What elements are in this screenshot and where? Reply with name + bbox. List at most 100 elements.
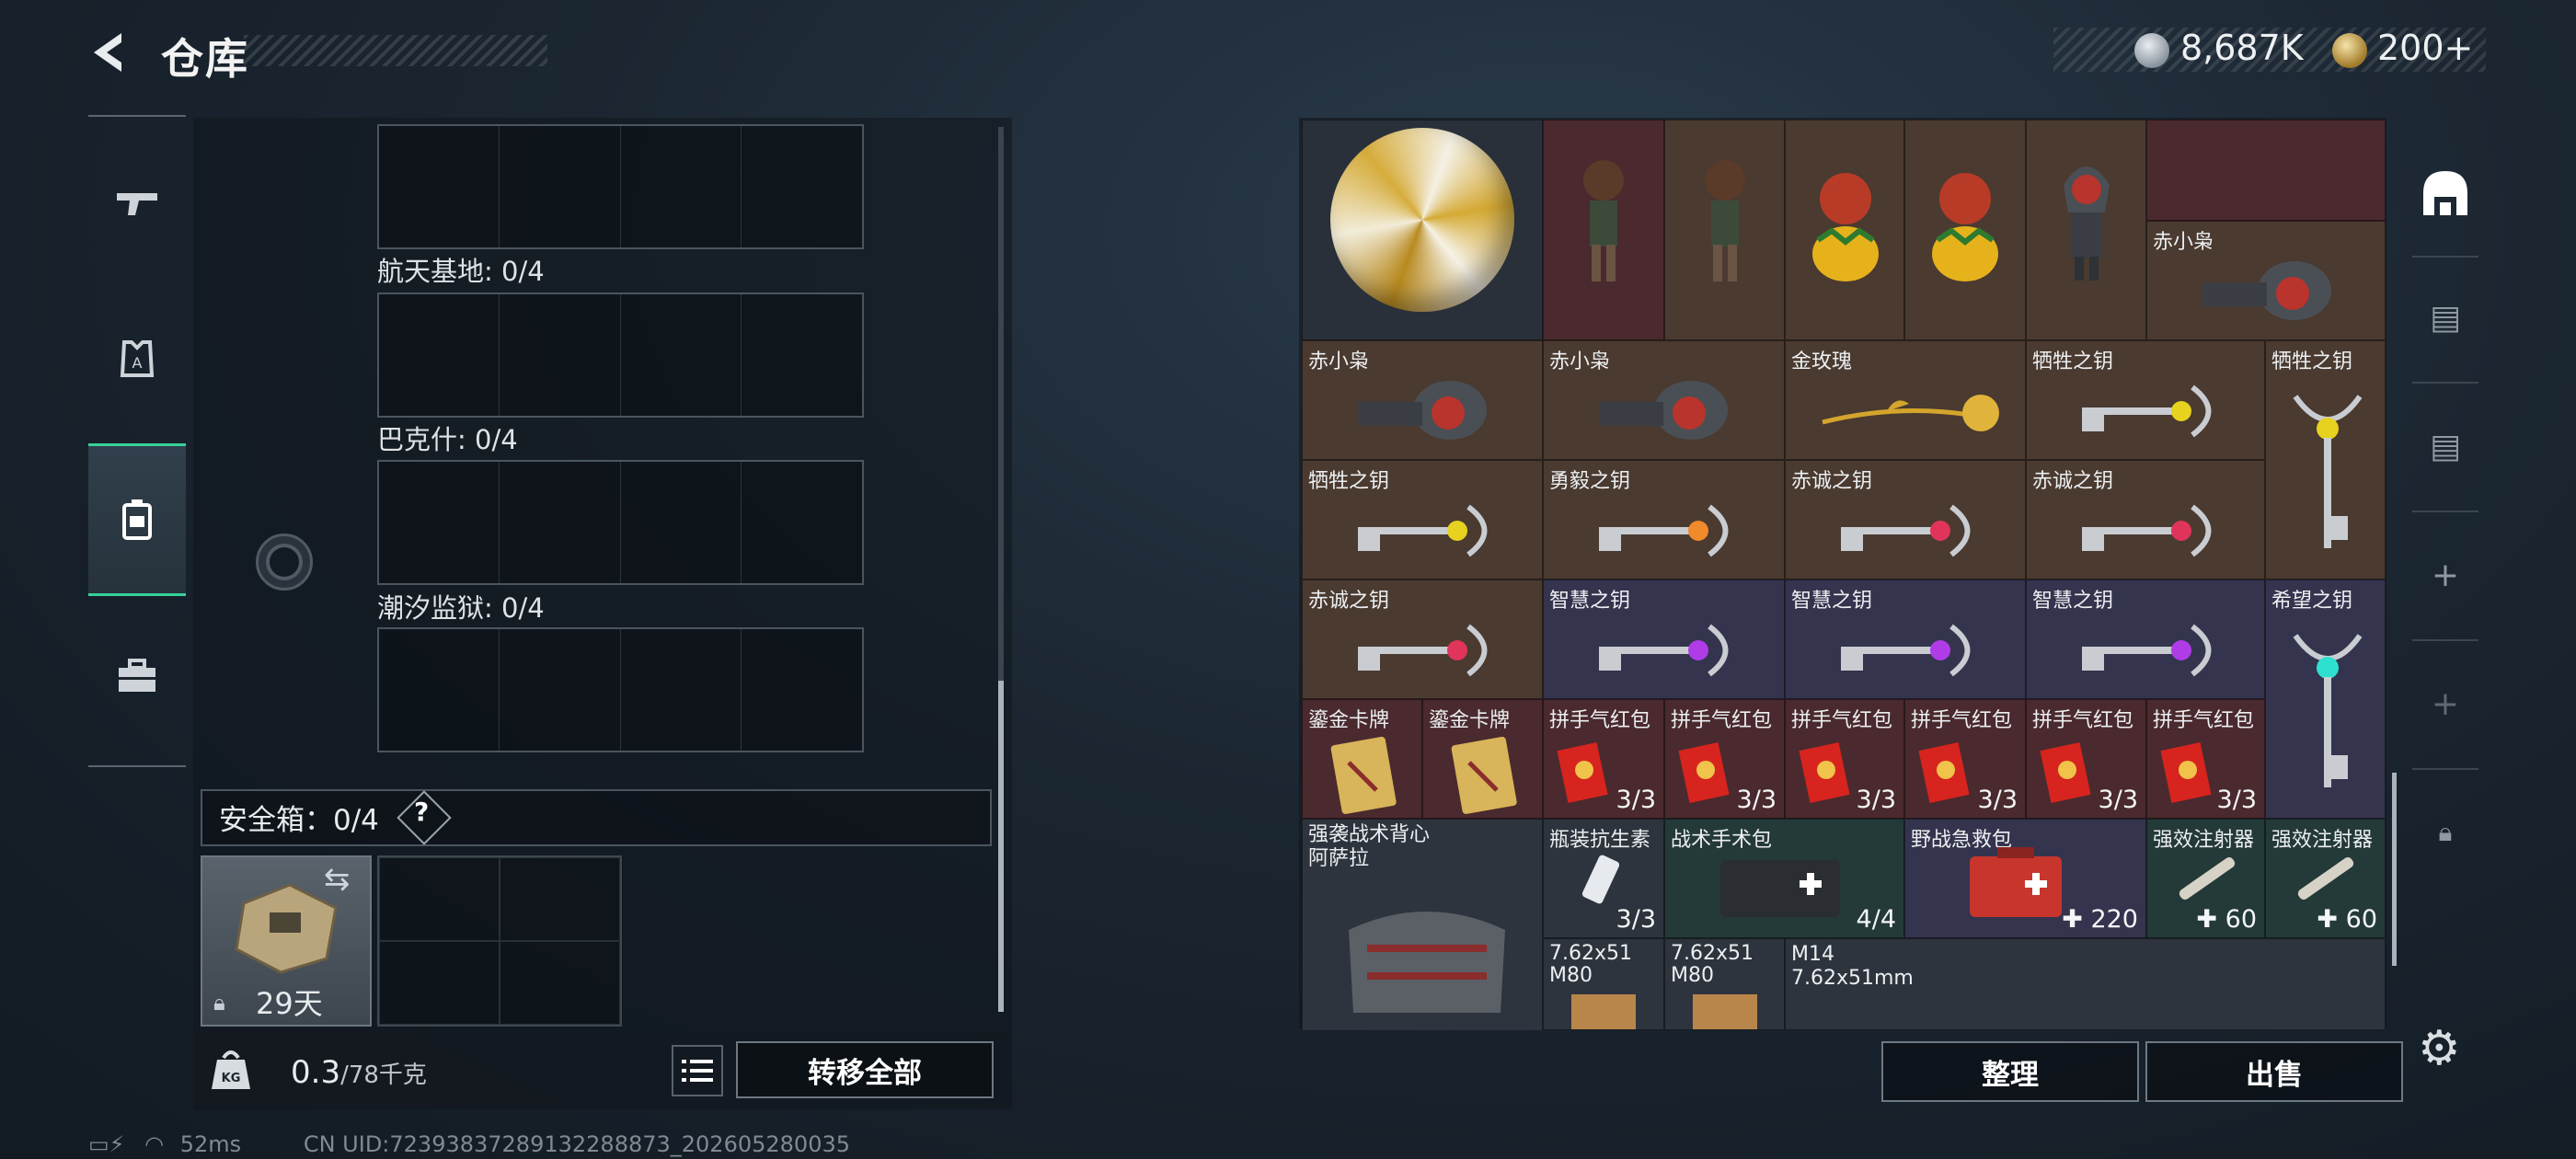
item-count: 3/3: [1977, 786, 2018, 814]
stash-item[interactable]: 拼手气红包 3/3: [1785, 699, 1904, 819]
transfer-all-button[interactable]: 转移全部: [736, 1041, 994, 1098]
key-red-icon: [2082, 504, 2212, 557]
gold-currency-value[interactable]: 200+: [2377, 28, 2473, 68]
safe-box-slots[interactable]: [377, 855, 622, 1027]
stash-tab-4[interactable]: ▤: [2412, 262, 2478, 373]
stash-item[interactable]: 野战急救包 ✚ 220: [1904, 819, 2146, 938]
figure-item[interactable]: [1664, 120, 1785, 340]
stash-scrollbar[interactable]: [2392, 773, 2397, 966]
stash-item[interactable]: 战术手术包 4/4: [1664, 819, 1904, 938]
figure-icon: [1583, 160, 1624, 281]
nav-backpack[interactable]: [88, 443, 186, 596]
stash-tab-main[interactable]: [2412, 138, 2478, 248]
egg-figure-item[interactable]: [1904, 120, 2026, 340]
stash-item[interactable]: 智慧之钥: [1543, 580, 1785, 699]
category-label: 航天基地: 0/4: [377, 256, 545, 287]
stash-tab-3[interactable]: ▤: [2412, 391, 2478, 501]
item-name: 拼手气红包: [1549, 709, 1651, 732]
item-name: 拼手气红包: [1911, 709, 2013, 732]
scrollbar-thumb[interactable]: [998, 681, 1004, 1012]
stash-item[interactable]: 鎏金卡牌: [1422, 699, 1543, 819]
stash-item[interactable]: 拼手气红包 3/3: [1543, 699, 1664, 819]
stash-item[interactable]: 拼手气红包 3/3: [1664, 699, 1785, 819]
figure-item[interactable]: [1543, 120, 1664, 340]
storage-slots[interactable]: [377, 460, 864, 585]
item-name: 勇毅之钥: [1549, 470, 1631, 493]
status-bar: ▭⚡ ◠ 52ms CN UID:72393837289132288873_20…: [88, 1131, 850, 1157]
egg-figure-item[interactable]: [1785, 120, 1904, 340]
stash-item[interactable]: 赤小枭: [2146, 221, 2386, 340]
stash-item[interactable]: 强效注射器 ✚ 60: [2265, 819, 2386, 938]
locked-tab[interactable]: 🔒︎: [2412, 777, 2478, 888]
sell-button[interactable]: 出售: [2145, 1041, 2403, 1102]
toolbox-icon: [119, 659, 155, 692]
add-tab-button[interactable]: +: [2412, 520, 2478, 630]
stash-item[interactable]: 强效注射器 ✚ 60: [2146, 819, 2265, 938]
stash-item[interactable]: 瓶装抗生素 3/3: [1543, 819, 1664, 938]
hooded-figure-icon: [2064, 166, 2110, 281]
stash-item[interactable]: 希望之钥: [2265, 580, 2386, 819]
title-decoration: [244, 35, 547, 66]
stash-item[interactable]: 牺牲之钥: [1302, 460, 1543, 580]
injector-icon: [2179, 856, 2236, 901]
red-envelope-icon: [1799, 742, 1850, 803]
item-name: M14 7.62x51mm: [1791, 943, 1914, 990]
stash-grid[interactable]: 赤小枭 赤小枭 赤小枭 金玫瑰 牺牲之钥 牺牲之钥 牺牲之钥 勇毅之钥 赤诚之钥…: [1302, 120, 2386, 1030]
stash-item[interactable]: 赤小枭: [1302, 340, 1543, 460]
stash-item[interactable]: 智慧之钥: [2026, 580, 2265, 699]
item-name: 拼手气红包: [2032, 709, 2134, 732]
stash-item[interactable]: 赤小枭: [1543, 340, 1785, 460]
item-count-value: 60: [2225, 905, 2257, 934]
stash-item[interactable]: 赤诚之钥: [1785, 460, 2026, 580]
stash-item[interactable]: 牺牲之钥: [2026, 340, 2265, 460]
nav-armor[interactable]: A: [88, 285, 186, 432]
ammo-box-icon: [1571, 994, 1636, 1029]
tab-divider: [2412, 256, 2478, 258]
item-count-value: 220: [2090, 905, 2138, 934]
item-count: ✚ 60: [2196, 905, 2257, 934]
stash-item[interactable]: 赤诚之钥: [2026, 460, 2265, 580]
weight-max: /78千克: [340, 1061, 427, 1089]
item-name: 拼手气红包: [2153, 709, 2255, 732]
warehouse-icon: [2423, 171, 2467, 215]
item-slot[interactable]: [2146, 120, 2386, 221]
nav-weapons[interactable]: [88, 129, 186, 276]
key-yellow-icon: [1358, 504, 1488, 557]
stash-item[interactable]: 鎏金卡牌: [1302, 699, 1422, 819]
tactical-vest-icon: [1349, 912, 1505, 1013]
hooded-figure-item[interactable]: [2026, 120, 2146, 340]
weight-icon: KG: [212, 1050, 250, 1089]
stash-item[interactable]: 强袭战术背心 阿萨拉: [1302, 819, 1543, 1030]
stash-item[interactable]: 金玫瑰: [1785, 340, 2026, 460]
add-tab-button[interactable]: +: [2412, 648, 2478, 759]
item-count: 3/3: [1736, 786, 1777, 814]
sort-button[interactable]: 整理: [1881, 1041, 2139, 1102]
gold-card-icon: [1330, 736, 1397, 814]
armor-icon: A: [120, 340, 155, 377]
storage-slots[interactable]: [377, 293, 864, 418]
stash-item[interactable]: 拼手气红包 3/3: [2146, 699, 2265, 819]
list-view-button[interactable]: [672, 1045, 723, 1096]
settings-gear-icon[interactable]: ⚙: [2418, 1021, 2461, 1076]
stash-item[interactable]: 7.62x51 M80: [1664, 938, 1785, 1030]
battery-icon: ▭⚡: [88, 1131, 125, 1157]
stash-item[interactable]: 赤诚之钥: [1302, 580, 1543, 699]
storage-slots[interactable]: [377, 627, 864, 752]
stash-item[interactable]: 拼手气红包 3/3: [1904, 699, 2026, 819]
stash-item[interactable]: M14 7.62x51mm: [1785, 938, 2386, 1030]
item-name: 智慧之钥: [1549, 590, 1631, 613]
stash-item[interactable]: 勇毅之钥: [1543, 460, 1785, 580]
stash-item[interactable]: 牺牲之钥: [2265, 340, 2386, 580]
tab-divider: [2412, 511, 2478, 512]
gold-ball-item[interactable]: [1302, 120, 1543, 340]
stash-tab-3-icon: ▤: [2429, 427, 2461, 465]
stash-item[interactable]: 智慧之钥: [1785, 580, 2026, 699]
stash-item[interactable]: 7.62x51 M80: [1543, 938, 1664, 1030]
key-vertical-cyan-icon: [2293, 634, 2363, 787]
back-arrow-icon[interactable]: [85, 28, 134, 77]
swap-icon[interactable]: ⇆: [324, 861, 351, 898]
nav-equipment[interactable]: [88, 603, 186, 751]
storage-slots[interactable]: [377, 124, 864, 249]
key-purple-icon: [2082, 624, 2212, 677]
stash-item[interactable]: 拼手气红包 3/3: [2026, 699, 2146, 819]
